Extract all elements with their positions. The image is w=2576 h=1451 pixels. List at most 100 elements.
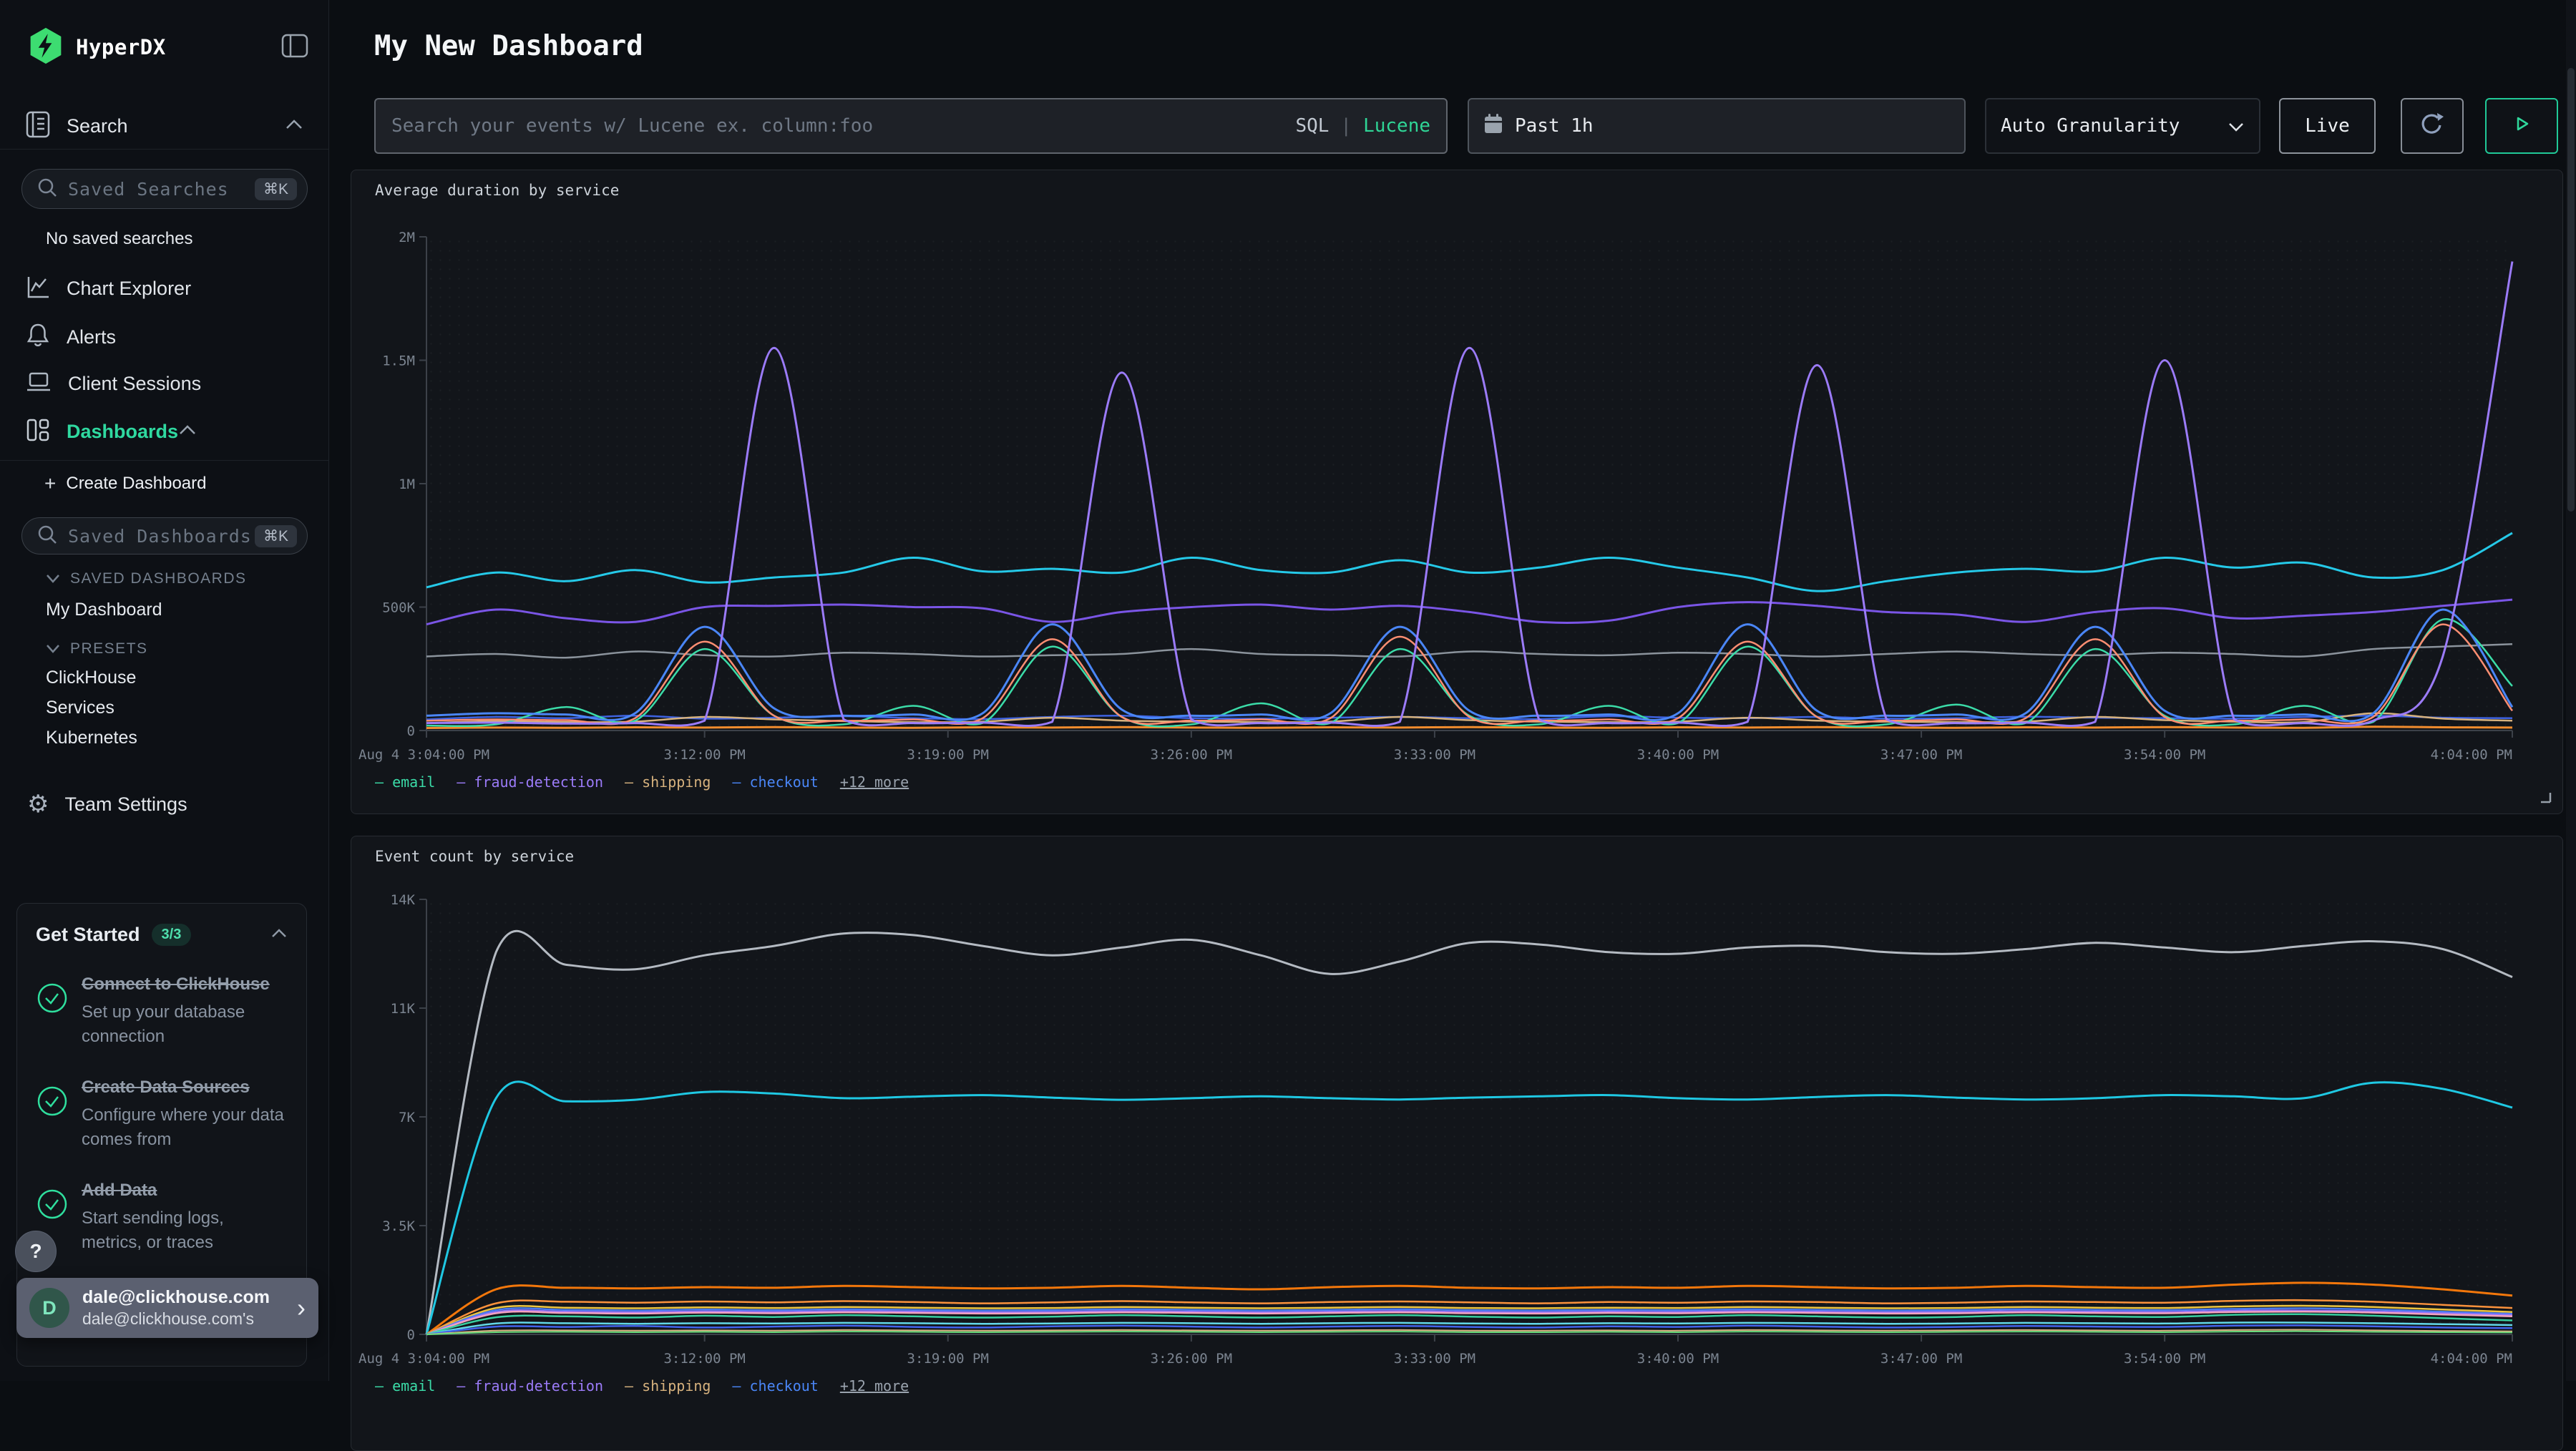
svg-text:3:40:00 PM: 3:40:00 PM bbox=[1637, 747, 1719, 763]
sidebar-item-label: Search bbox=[67, 115, 128, 137]
play-icon bbox=[2509, 112, 2534, 141]
svg-text:3:26:00 PM: 3:26:00 PM bbox=[1151, 1351, 1232, 1367]
granularity-select[interactable]: Auto Granularity bbox=[1985, 98, 2260, 154]
event-count-chart[interactable]: 14K11K7K3.5K0Aug 4 3:04:00 PM3:12:00 PM3… bbox=[351, 836, 2562, 1450]
saved-searches-input[interactable]: Saved Searches ⌘K bbox=[21, 169, 308, 209]
divider bbox=[0, 149, 328, 150]
sidebar-item-chart-explorer[interactable]: Chart Explorer bbox=[25, 271, 303, 306]
granularity-value: Auto Granularity bbox=[2001, 115, 2180, 137]
run-query-button[interactable] bbox=[2485, 98, 2558, 154]
get-started-progress-badge: 3/3 bbox=[152, 924, 192, 946]
create-dashboard-button[interactable]: + Create Dashboard bbox=[44, 472, 206, 495]
legend-item-checkout[interactable]: — checkout bbox=[732, 773, 818, 791]
section-label: SAVED DASHBOARDS bbox=[70, 570, 247, 587]
hyperdx-logo-icon bbox=[27, 26, 64, 69]
section-label: PRESETS bbox=[70, 640, 148, 658]
app-title: HyperDX bbox=[76, 35, 166, 59]
get-started-item-title: Add Data bbox=[82, 1178, 288, 1203]
section-saved-dashboards[interactable]: SAVED DASHBOARDS bbox=[46, 570, 303, 587]
sidebar-item-dashboards[interactable]: Dashboards bbox=[25, 414, 303, 449]
get-started-item-sources[interactable]: Create Data Sources Configure where your… bbox=[36, 1075, 288, 1152]
sidebar-item-my-dashboard[interactable]: My Dashboard bbox=[46, 600, 303, 620]
svg-text:11K: 11K bbox=[391, 1001, 416, 1017]
svg-text:3:12:00 PM: 3:12:00 PM bbox=[663, 1351, 745, 1367]
legend-item-email[interactable]: — email bbox=[375, 1377, 435, 1394]
saved-dashboards-placeholder: Saved Dashboards bbox=[68, 526, 252, 547]
get-started-item-title: Create Data Sources bbox=[82, 1075, 288, 1100]
chevron-down-icon bbox=[46, 570, 60, 587]
avatar: D bbox=[29, 1288, 69, 1328]
legend-item-checkout[interactable]: — checkout bbox=[732, 1377, 818, 1394]
average-duration-chart[interactable]: 2M1.5M1M500K0Aug 4 3:04:00 PM3:12:00 PM3… bbox=[351, 170, 2562, 814]
live-button[interactable]: Live bbox=[2279, 98, 2376, 154]
mode-lucene-toggle[interactable]: Lucene bbox=[1363, 115, 1430, 137]
legend-item-fraud-detection[interactable]: — fraud-detection bbox=[457, 1377, 603, 1394]
user-menu[interactable]: D dale@clickhouse.com dale@clickhouse.co… bbox=[16, 1278, 318, 1338]
sidebar-item-label: Chart Explorer bbox=[67, 278, 191, 300]
chevron-up-icon[interactable] bbox=[285, 119, 303, 134]
sidebar: HyperDX Search Saved Searches ⌘K No save… bbox=[0, 0, 329, 1381]
svg-text:2M: 2M bbox=[399, 230, 415, 245]
sidebar-item-label: Team Settings bbox=[64, 793, 187, 816]
sidebar-item-client-sessions[interactable]: Client Sessions bbox=[25, 366, 303, 401]
svg-text:3:47:00 PM: 3:47:00 PM bbox=[1880, 747, 1962, 763]
get-started-item-add-data[interactable]: Add Data Start sending logs, metrics, or… bbox=[36, 1178, 288, 1255]
get-started-item-subtitle: Configure where your data comes from bbox=[82, 1103, 288, 1152]
chart-explorer-icon bbox=[25, 274, 51, 303]
chevron-up-icon[interactable] bbox=[270, 928, 288, 942]
get-started-item-connect[interactable]: Connect to ClickHouse Set up your databa… bbox=[36, 972, 288, 1049]
sidebar-item-label: Dashboards bbox=[67, 421, 178, 443]
legend-item-shipping[interactable]: — shipping bbox=[625, 773, 711, 791]
page-title[interactable]: My New Dashboard bbox=[374, 30, 643, 62]
divider bbox=[0, 460, 328, 461]
time-range-picker[interactable]: Past 1h bbox=[1468, 98, 1966, 154]
svg-text:3:54:00 PM: 3:54:00 PM bbox=[2124, 1351, 2205, 1367]
legend-item-fraud-detection[interactable]: — fraud-detection bbox=[457, 773, 603, 791]
event-search-input[interactable]: Search your events w/ Lucene ex. column:… bbox=[374, 98, 1448, 154]
legend-item-shipping[interactable]: — shipping bbox=[625, 1377, 711, 1394]
section-presets[interactable]: PRESETS bbox=[46, 640, 303, 658]
mode-sql-toggle[interactable]: SQL bbox=[1295, 115, 1329, 137]
shortcut-badge: ⌘K bbox=[255, 178, 297, 200]
page-scrollbar[interactable] bbox=[2566, 0, 2576, 1381]
bell-icon bbox=[25, 322, 51, 353]
svg-text:3:47:00 PM: 3:47:00 PM bbox=[1880, 1351, 1962, 1367]
sidebar-item-kubernetes[interactable]: Kubernetes bbox=[46, 728, 303, 748]
create-dashboard-label: Create Dashboard bbox=[66, 474, 206, 494]
sidebar-item-team-settings[interactable]: ⚙ Team Settings bbox=[27, 787, 303, 821]
svg-text:1M: 1M bbox=[399, 477, 415, 492]
get-started-title: Get Started bbox=[36, 924, 140, 946]
chevron-down-icon bbox=[2228, 115, 2245, 137]
svg-text:500K: 500K bbox=[382, 600, 415, 616]
svg-text:3:26:00 PM: 3:26:00 PM bbox=[1151, 747, 1232, 763]
check-circle-icon bbox=[36, 1075, 82, 1152]
get-started-item-subtitle: Set up your database connection bbox=[82, 1000, 288, 1049]
chevron-up-icon[interactable] bbox=[178, 424, 197, 439]
chart-legend: — email — fraud-detection — shipping — chec… bbox=[375, 773, 909, 791]
panel-average-duration: Average duration by service 2M1.5M1M500K… bbox=[351, 170, 2563, 814]
sidebar-item-services[interactable]: Services bbox=[46, 698, 303, 718]
panel-event-count: Event count by service 14K11K7K3.5K0Aug … bbox=[351, 836, 2563, 1451]
sidebar-collapse-icon[interactable] bbox=[281, 34, 308, 62]
refresh-button[interactable] bbox=[2401, 98, 2464, 154]
legend-more-link[interactable]: +12 more bbox=[840, 773, 909, 791]
resize-handle-icon[interactable] bbox=[2540, 791, 2552, 808]
mode-divider: | bbox=[1340, 115, 1352, 137]
event-search-placeholder: Search your events w/ Lucene ex. column:… bbox=[391, 115, 873, 137]
saved-dashboards-input[interactable]: Saved Dashboards ⌘K bbox=[21, 517, 308, 554]
help-button[interactable]: ? bbox=[15, 1231, 57, 1272]
svg-text:14K: 14K bbox=[391, 892, 416, 908]
sidebar-item-search[interactable]: Search bbox=[25, 109, 303, 143]
legend-item-email[interactable]: — email bbox=[375, 773, 435, 791]
scrollbar-thumb[interactable] bbox=[2567, 68, 2575, 512]
get-started-item-title: Connect to ClickHouse bbox=[82, 972, 288, 997]
svg-text:4:04:00 PM: 4:04:00 PM bbox=[2431, 1351, 2512, 1367]
sidebar-item-clickhouse[interactable]: ClickHouse bbox=[46, 668, 303, 688]
laptop-icon bbox=[25, 370, 52, 398]
svg-text:3:12:00 PM: 3:12:00 PM bbox=[663, 747, 745, 763]
time-range-value: Past 1h bbox=[1515, 115, 1594, 137]
svg-text:3:19:00 PM: 3:19:00 PM bbox=[907, 1351, 989, 1367]
legend-more-link[interactable]: +12 more bbox=[840, 1377, 909, 1394]
sidebar-item-alerts[interactable]: Alerts bbox=[25, 320, 303, 354]
hyperdx-app: { "sidebar": { "logo": "HyperDX", "searc… bbox=[0, 0, 2576, 1381]
